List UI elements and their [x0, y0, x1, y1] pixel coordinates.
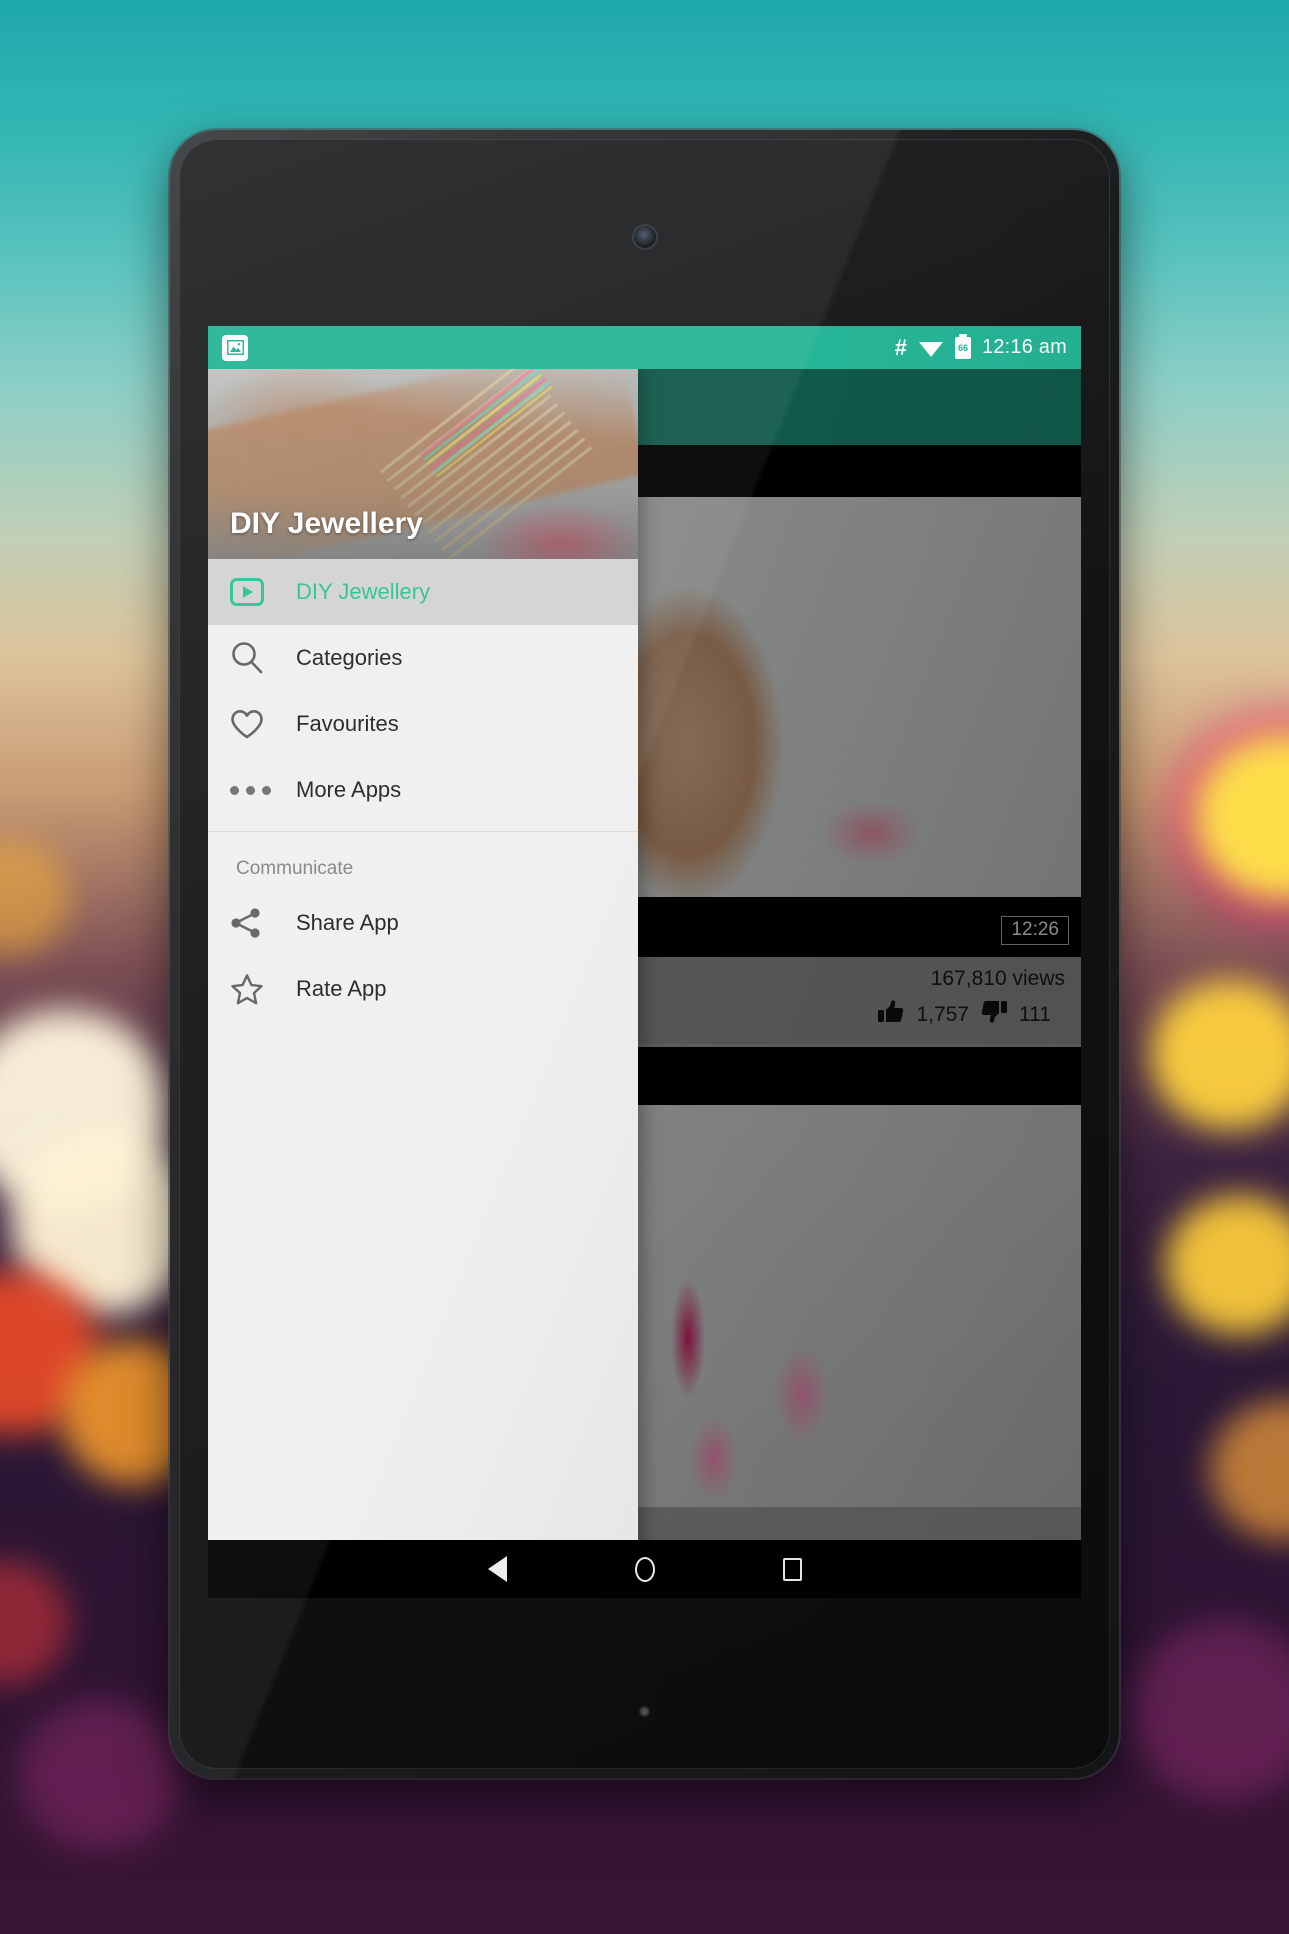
star-icon	[230, 973, 282, 1006]
sidebar-item-label: DIY Jewellery	[296, 579, 431, 604]
drawer-primary-list: DIY Jewellery Categories Favourites More…	[208, 559, 638, 823]
bokeh-light	[1130, 1620, 1289, 1800]
more-dots-icon	[230, 785, 282, 795]
sidebar-item-label: Share App	[296, 910, 399, 935]
bokeh-light	[20, 1700, 180, 1850]
sidebar-item-categories[interactable]: Categories	[208, 625, 638, 691]
sidebar-item-label: Categories	[296, 645, 403, 670]
recents-square-icon[interactable]	[782, 1557, 802, 1581]
drawer-secondary-list: Share App Rate App	[208, 890, 638, 1022]
drawer-header-title: DIY Jewellery	[230, 507, 423, 540]
bokeh-light	[0, 1560, 70, 1685]
hash-icon: #	[894, 334, 907, 360]
image-icon	[222, 334, 248, 361]
battery-level-text: 66	[957, 342, 968, 353]
front-camera-icon	[633, 226, 656, 248]
bokeh-light	[1150, 980, 1289, 1130]
status-bar: # 66 12:16 am	[208, 326, 1081, 369]
bokeh-light	[1165, 1195, 1289, 1335]
sidebar-item-label: Favourites	[296, 711, 399, 736]
home-indicator-dot	[640, 1707, 649, 1716]
sidebar-item-share-app[interactable]: Share App	[208, 890, 638, 956]
drawer-section-label: Communicate	[236, 858, 354, 879]
bokeh-light	[1195, 735, 1289, 900]
sidebar-item-diy-jewellery[interactable]: DIY Jewellery	[208, 559, 638, 625]
back-triangle-icon[interactable]	[487, 1556, 507, 1582]
bokeh-light	[1210, 1400, 1289, 1540]
sidebar-item-label: Rate App	[296, 976, 387, 1001]
status-bar-clock: 12:16 am	[982, 336, 1067, 358]
sidebar-item-rate-app[interactable]: Rate App	[208, 956, 638, 1022]
android-navigation-bar	[208, 1540, 1081, 1598]
search-icon	[230, 641, 282, 675]
home-circle-icon[interactable]	[634, 1556, 655, 1582]
sidebar-item-label: More Apps	[296, 777, 402, 802]
play-box-icon	[230, 578, 282, 606]
more-dots-glyph	[230, 785, 271, 795]
app-area: 12:26 167,810 views 1,757 111 DIY Jewell…	[208, 369, 1081, 1598]
sidebar-item-favourites[interactable]: Favourites	[208, 691, 638, 757]
heart-icon	[230, 709, 282, 740]
wifi-icon	[918, 338, 944, 358]
navigation-drawer: DIY Jewellery DIY Jewellery Categories F…	[208, 369, 638, 1598]
drawer-header: DIY Jewellery	[208, 369, 638, 559]
status-bar-icons: # 66 12:16 am	[894, 333, 1067, 360]
tablet-device: # 66 12:16 am 12:26 167,810 views 1,757 …	[170, 130, 1119, 1778]
sidebar-item-more-apps[interactable]: More Apps	[208, 757, 638, 823]
device-screen: # 66 12:16 am 12:26 167,810 views 1,757 …	[208, 326, 1081, 1598]
battery-icon: 66	[955, 333, 971, 359]
share-icon	[230, 907, 282, 939]
bokeh-light	[0, 840, 70, 955]
